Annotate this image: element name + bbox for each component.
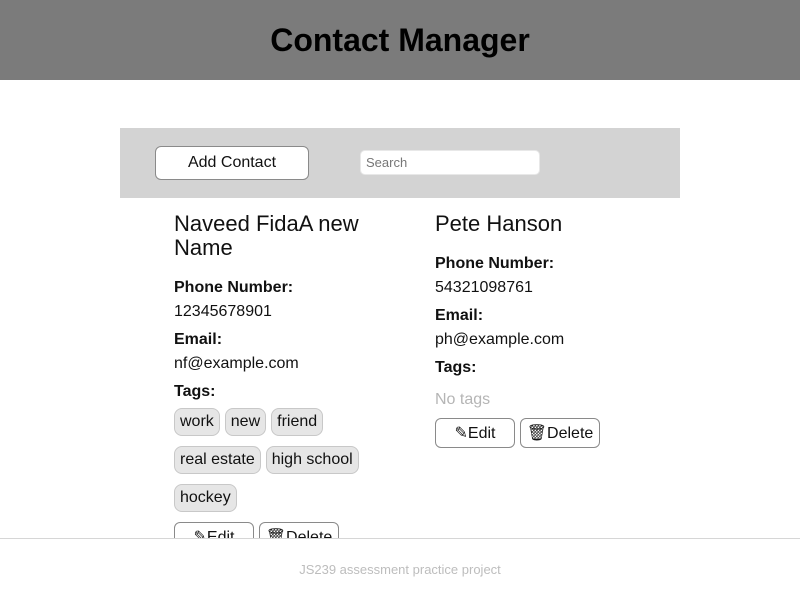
email-label: Email:: [174, 331, 223, 348]
footer-text: JS239 assessment practice project: [299, 562, 501, 577]
search-input[interactable]: [360, 150, 540, 175]
email-value: nf@example.com: [174, 355, 299, 372]
tag-chip[interactable]: new: [224, 408, 267, 436]
tags-label: Tags:: [435, 359, 477, 376]
no-tags-text: No tags: [435, 391, 491, 408]
phone-value: 12345678901: [174, 303, 272, 320]
tag-chip[interactable]: work: [174, 408, 220, 436]
email-value: ph@example.com: [435, 331, 565, 348]
tag-chip[interactable]: friend: [271, 408, 324, 436]
edit-button[interactable]: ✎Edit: [435, 418, 515, 448]
tag-chip[interactable]: hockey: [174, 484, 237, 512]
add-contact-button[interactable]: Add Contact: [155, 146, 309, 180]
app-header: Contact Manager: [0, 0, 800, 80]
phone-label: Phone Number:: [174, 279, 294, 296]
contact-card: Naveed FidaA new Name Phone Number: 1234…: [174, 212, 394, 552]
tag-chip[interactable]: high school: [265, 446, 359, 474]
tag-list: work new friend real estate high school …: [174, 408, 374, 522]
phone-label: Phone Number:: [435, 255, 555, 272]
page-title: Contact Manager: [270, 21, 530, 58]
contact-actions: ✎Edit 🗑Delete: [435, 418, 655, 448]
contact-card: Pete Hanson Phone Number: 54321098761 Em…: [435, 212, 655, 448]
email-label: Email:: [435, 307, 484, 324]
delete-button[interactable]: 🗑Delete: [520, 418, 600, 448]
tags-label: Tags:: [174, 383, 216, 400]
toolbar: Add Contact: [120, 128, 680, 198]
footer: JS239 assessment practice project: [0, 538, 800, 600]
contact-name: Pete Hanson: [435, 211, 563, 236]
tag-chip[interactable]: real estate: [174, 446, 261, 474]
phone-value: 54321098761: [435, 279, 533, 296]
contact-name: Naveed FidaA new Name: [174, 211, 359, 260]
